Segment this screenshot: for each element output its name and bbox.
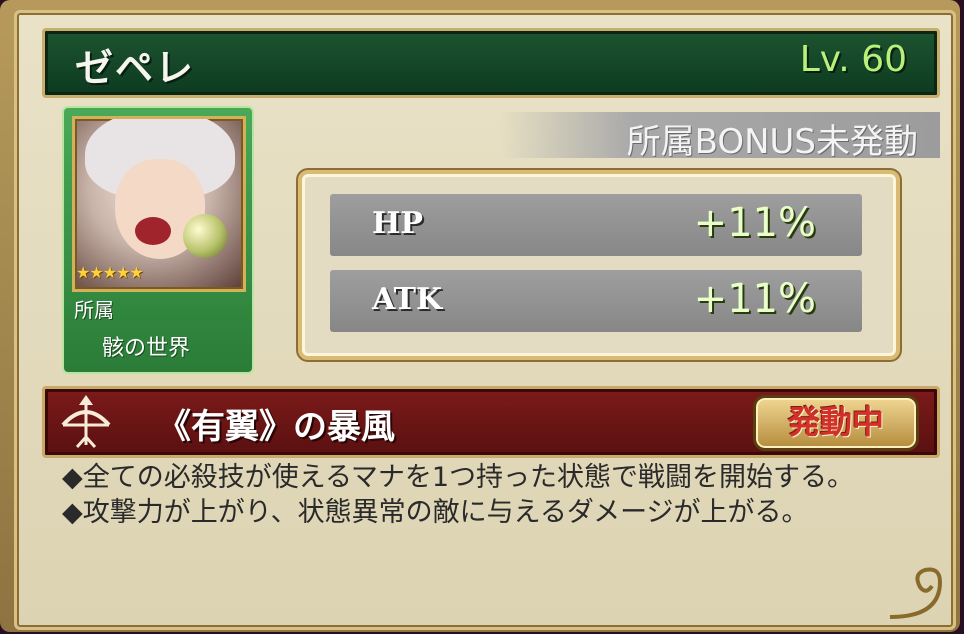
stat-label-atk: ATK [372,282,443,317]
stat-row-atk: ATK +11% [330,270,862,332]
character-name: ゼペレ [75,46,196,90]
stat-label-hp: HP [372,206,423,241]
character-level: Lv. 60 [799,39,907,80]
skill-active-badge: 発動中 [753,395,919,451]
affiliation-value: 骸の世界 [102,336,191,361]
bow-icon [55,391,117,453]
skill-active-badge-label: 発動中 [787,403,884,441]
affiliation-label: 所属 [74,298,114,322]
skill-bar: 《有翼》の暴風 発動中 [42,386,940,458]
skill-description-line-1: ◆全ての必殺技が使えるマナを1つ持った状態で戦闘を開始する。 [62,462,855,493]
portrait-mouth [135,217,171,245]
stat-value-hp: +11% [693,200,816,246]
character-name-bar: ゼペレ Lv. 60 [42,28,940,98]
skill-description-line-2: ◆攻撃力が上がり、状態異常の敵に与えるダメージが上がる。 [62,497,809,528]
character-card[interactable]: ★★★★★ 所属 骸の世界 [62,106,254,374]
portrait-orb [183,214,227,258]
skill-name: 《有翼》の暴風 [157,407,395,447]
stat-row-hp: HP +11% [330,194,862,256]
skill-description: ◆全ての必殺技が使えるマナを1つ持った状態で戦闘を開始する。 ◆攻撃力が上がり、… [62,460,912,530]
bonus-status-text: 所属BONUS未発動 [626,122,918,162]
stat-value-atk: +11% [693,276,816,322]
corner-ornament-icon [880,562,950,622]
bonus-status-banner: 所属BONUS未発動 [500,112,940,162]
rarity-stars: ★★★★★ [76,263,144,282]
bonus-stats-box: HP +11% ATK +11% [298,170,900,360]
